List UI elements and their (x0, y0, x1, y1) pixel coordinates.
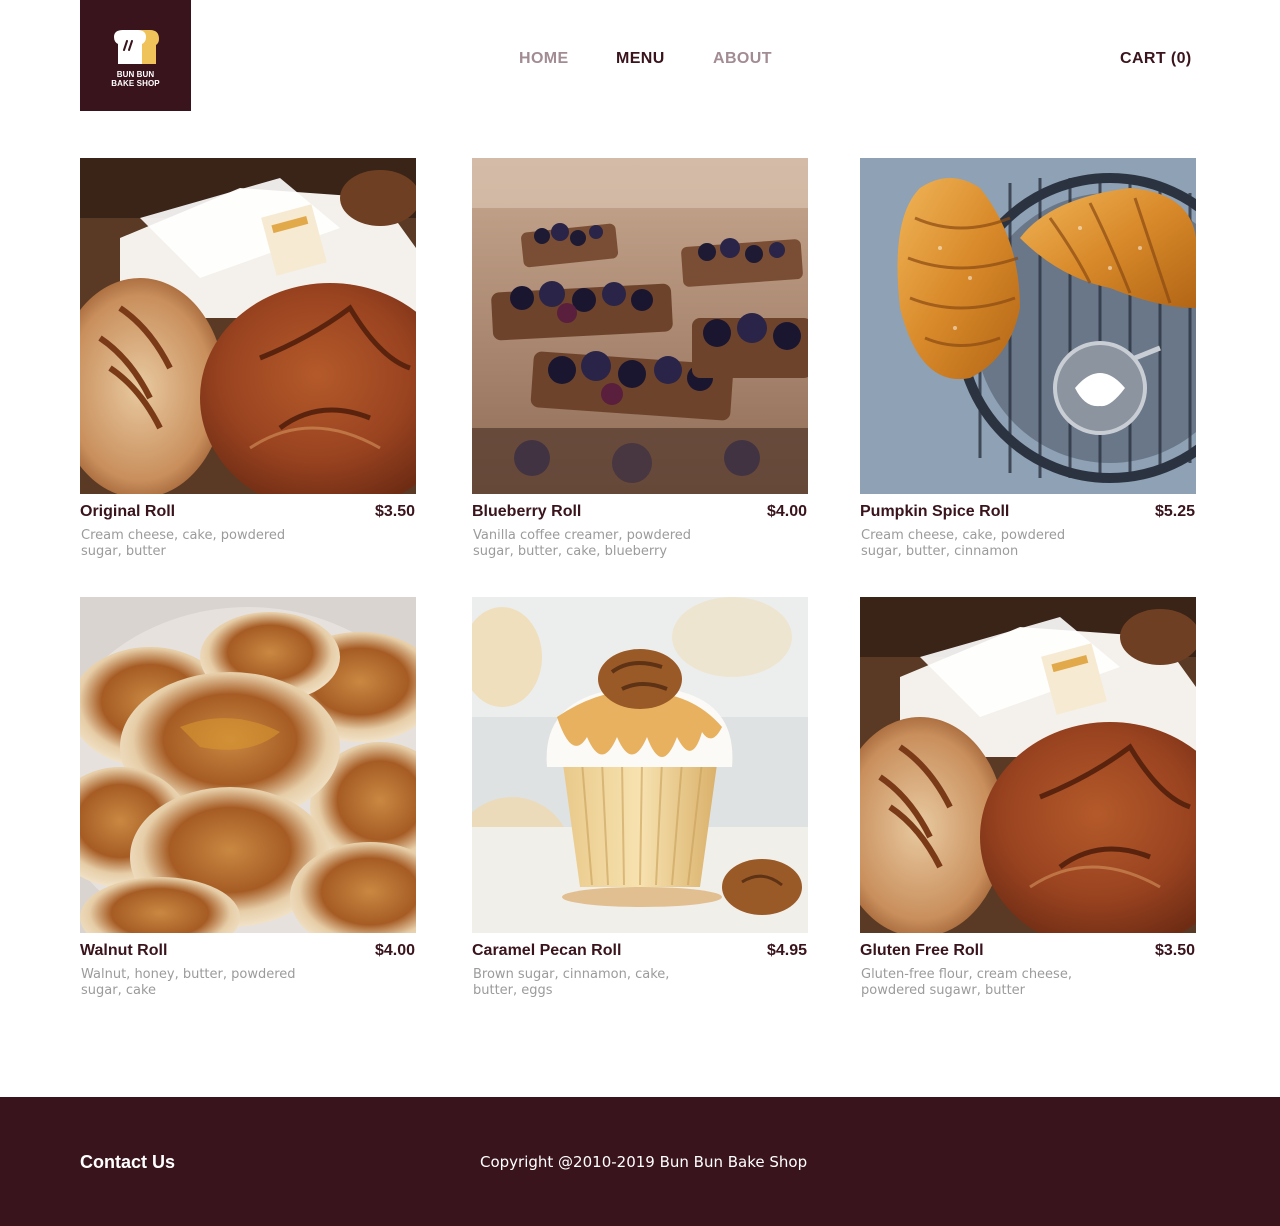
product-card[interactable]: Gluten Free Roll $3.50 Gluten-free flour… (860, 597, 1196, 998)
product-description: Cream cheese, cake, powdered sugar, butt… (861, 528, 1066, 559)
footer: Contact Us Copyright @2010-2019 Bun Bun … (0, 1097, 1280, 1226)
nav-home-link[interactable]: HOME (519, 50, 569, 68)
product-name[interactable]: Original Roll (80, 503, 175, 521)
cart-link[interactable]: CART (0) (1120, 50, 1192, 68)
pancakes-photo (80, 597, 416, 933)
product-price: $5.25 (1154, 503, 1195, 520)
blueberry-pastries-photo (472, 158, 808, 494)
product-card[interactable]: Walnut Roll $4.00 Walnut, honey, butter,… (80, 597, 416, 998)
product-description: Walnut, honey, butter, powdered sugar, c… (81, 967, 296, 998)
copyright-text: Copyright @2010-2019 Bun Bun Bake Shop (480, 1153, 808, 1171)
product-name[interactable]: Blueberry Roll (472, 503, 581, 521)
product-price: $4.95 (766, 942, 807, 959)
brand-line-2: BAKE SHOP (111, 79, 160, 88)
product-card[interactable]: Blueberry Roll $4.00 Vanilla coffee crea… (472, 158, 808, 559)
product-price: $4.00 (374, 942, 415, 959)
product-description: Cream cheese, cake, powdered sugar, butt… (81, 528, 286, 559)
nav-menu-link[interactable]: MENU (616, 50, 665, 68)
product-name[interactable]: Gluten Free Roll (860, 942, 984, 960)
bread-loaves-photo (860, 597, 1196, 933)
croissants-photo (860, 158, 1196, 494)
product-name[interactable]: Caramel Pecan Roll (472, 942, 621, 960)
caramel-cupcake-photo (472, 597, 808, 933)
product-description: Brown sugar, cinnamon, cake, butter, egg… (473, 967, 670, 998)
product-price: $3.50 (374, 503, 415, 520)
contact-us-link[interactable]: Contact Us (80, 1152, 175, 1173)
product-card[interactable]: Original Roll $3.50 Cream cheese, cake, … (80, 158, 416, 559)
product-name[interactable]: Pumpkin Spice Roll (860, 503, 1009, 521)
bread-loaves-photo (80, 158, 416, 494)
product-card[interactable]: Caramel Pecan Roll $4.95 Brown sugar, ci… (472, 597, 808, 998)
product-card[interactable]: Pumpkin Spice Roll $5.25 Cream cheese, c… (860, 158, 1196, 559)
nav-about-link[interactable]: ABOUT (713, 50, 772, 68)
product-name[interactable]: Walnut Roll (80, 942, 167, 960)
brand-name: BUN BUN BAKE SHOP (111, 70, 159, 88)
product-price: $3.50 (1154, 942, 1195, 959)
brand-line-1: BUN BUN (116, 70, 155, 79)
product-description: Gluten-free flour, cream cheese, powdere… (861, 967, 1072, 998)
product-price: $4.00 (766, 503, 807, 520)
main-nav: HOME MENU ABOUT CART (0) (0, 50, 1280, 70)
product-description: Vanilla coffee creamer, powdered sugar, … (473, 528, 692, 559)
